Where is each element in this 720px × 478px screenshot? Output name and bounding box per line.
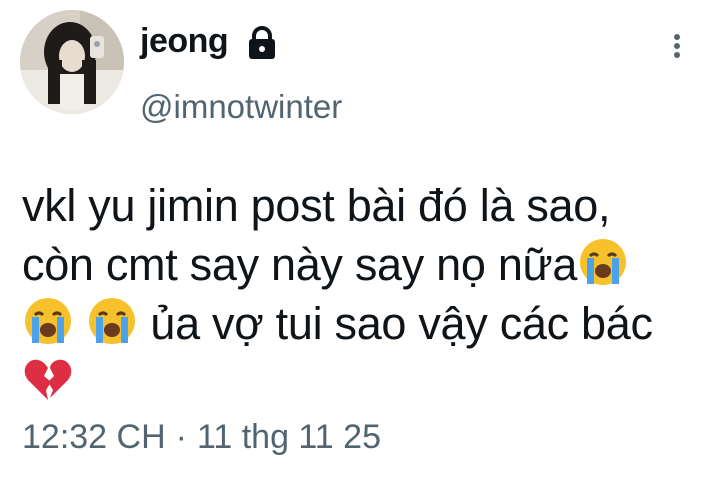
tweet-line-4 [22,353,653,412]
tweet-line-2-text: còn cmt say này say nọ nữa [22,239,578,290]
tweet-line-2: còn cmt say này say nọ nữa [22,235,653,294]
loudly-crying-face-icon [22,295,74,347]
loudly-crying-face-icon [577,236,629,288]
tweet-time: 12:32 CH [22,418,166,456]
handle[interactable]: @imnotwinter [140,88,342,126]
loudly-crying-face-icon [86,295,138,347]
avatar[interactable] [20,10,124,114]
meta-separator: · [175,418,187,456]
tweet-line-1: vkl yu jimin post bài đó là sao, [22,180,611,231]
tweet-line-3-text: ủa vợ tui sao vậy các bác [150,298,653,349]
broken-heart-icon [22,354,74,406]
more-vertical-icon[interactable] [668,30,686,62]
timestamp[interactable]: 12:32 CH · 11 thg 11 25 [22,418,381,457]
display-name[interactable]: jeong [140,22,229,61]
tweet-text: vkl yu jimin post bài đó là sao, còn cmt… [22,176,653,412]
tweet-line-3: ủa vợ tui sao vậy các bác [22,294,653,353]
lock-icon [243,24,281,62]
tweet-date: 11 thg 11 25 [196,418,381,456]
